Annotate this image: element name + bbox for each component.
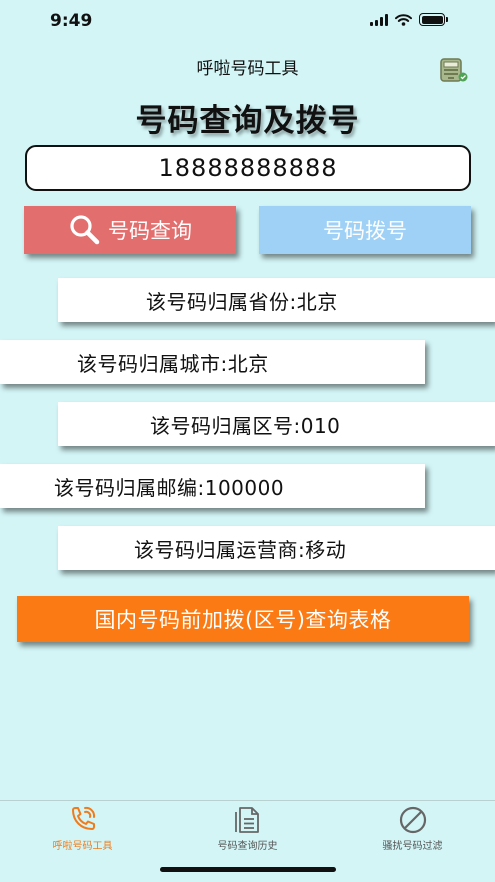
status-bar: 9:49	[0, 0, 495, 44]
table-button-label: 国内号码前加拨(区号)查询表格	[94, 608, 392, 632]
city-text: 该号码归属城市:北京	[77, 351, 269, 376]
postcode-info-card: 该号码归属邮编:100000	[0, 464, 425, 508]
tab-label-history: 号码查询历史	[217, 841, 278, 852]
area-code-info-card: 该号码归属区号:010	[58, 402, 495, 446]
tab-query-history[interactable]: 号码查询历史	[165, 805, 330, 852]
cellular-signal-icon	[370, 13, 388, 26]
tab-spam-filter[interactable]: 骚扰号码过滤	[330, 805, 495, 852]
phone-ringing-icon	[71, 806, 95, 830]
postcode-text: 该号码归属邮编:100000	[54, 475, 285, 500]
document-list-icon	[234, 807, 259, 833]
carrier-text: 该号码归属运营商:移动	[134, 537, 347, 562]
dial-button-label: 号码拨号	[323, 219, 407, 243]
home-indicator	[160, 867, 336, 872]
carrier-info-card: 该号码归属运营商:移动	[58, 526, 495, 570]
city-info-card: 该号码归属城市:北京	[0, 340, 425, 384]
tab-number-tools[interactable]: 呼啦号码工具	[0, 805, 165, 852]
page-heading: 号码查询及拨号	[135, 103, 360, 139]
wifi-icon	[395, 13, 412, 26]
nav-title: 呼啦号码工具	[196, 59, 299, 79]
status-icons	[370, 13, 448, 26]
area-code-table-button[interactable]: 国内号码前加拨(区号)查询表格	[17, 596, 469, 642]
tab-label-tools: 呼啦号码工具	[52, 841, 113, 852]
query-number-button[interactable]: 号码查询	[24, 206, 236, 254]
prohibited-icon	[399, 806, 426, 834]
phone-booth-icon[interactable]	[439, 56, 469, 84]
phone-number-input[interactable]	[25, 145, 471, 191]
status-time: 9:49	[50, 11, 93, 31]
province-text: 该号码归属省份:北京	[146, 289, 338, 314]
dial-number-button[interactable]: 号码拨号	[259, 206, 471, 254]
tab-label-filter: 骚扰号码过滤	[382, 841, 443, 852]
province-info-card: 该号码归属省份:北京	[58, 278, 495, 322]
search-icon	[70, 215, 100, 245]
query-button-label: 号码查询	[108, 219, 192, 243]
area-code-text: 该号码归属区号:010	[150, 413, 341, 438]
battery-icon	[419, 13, 448, 26]
